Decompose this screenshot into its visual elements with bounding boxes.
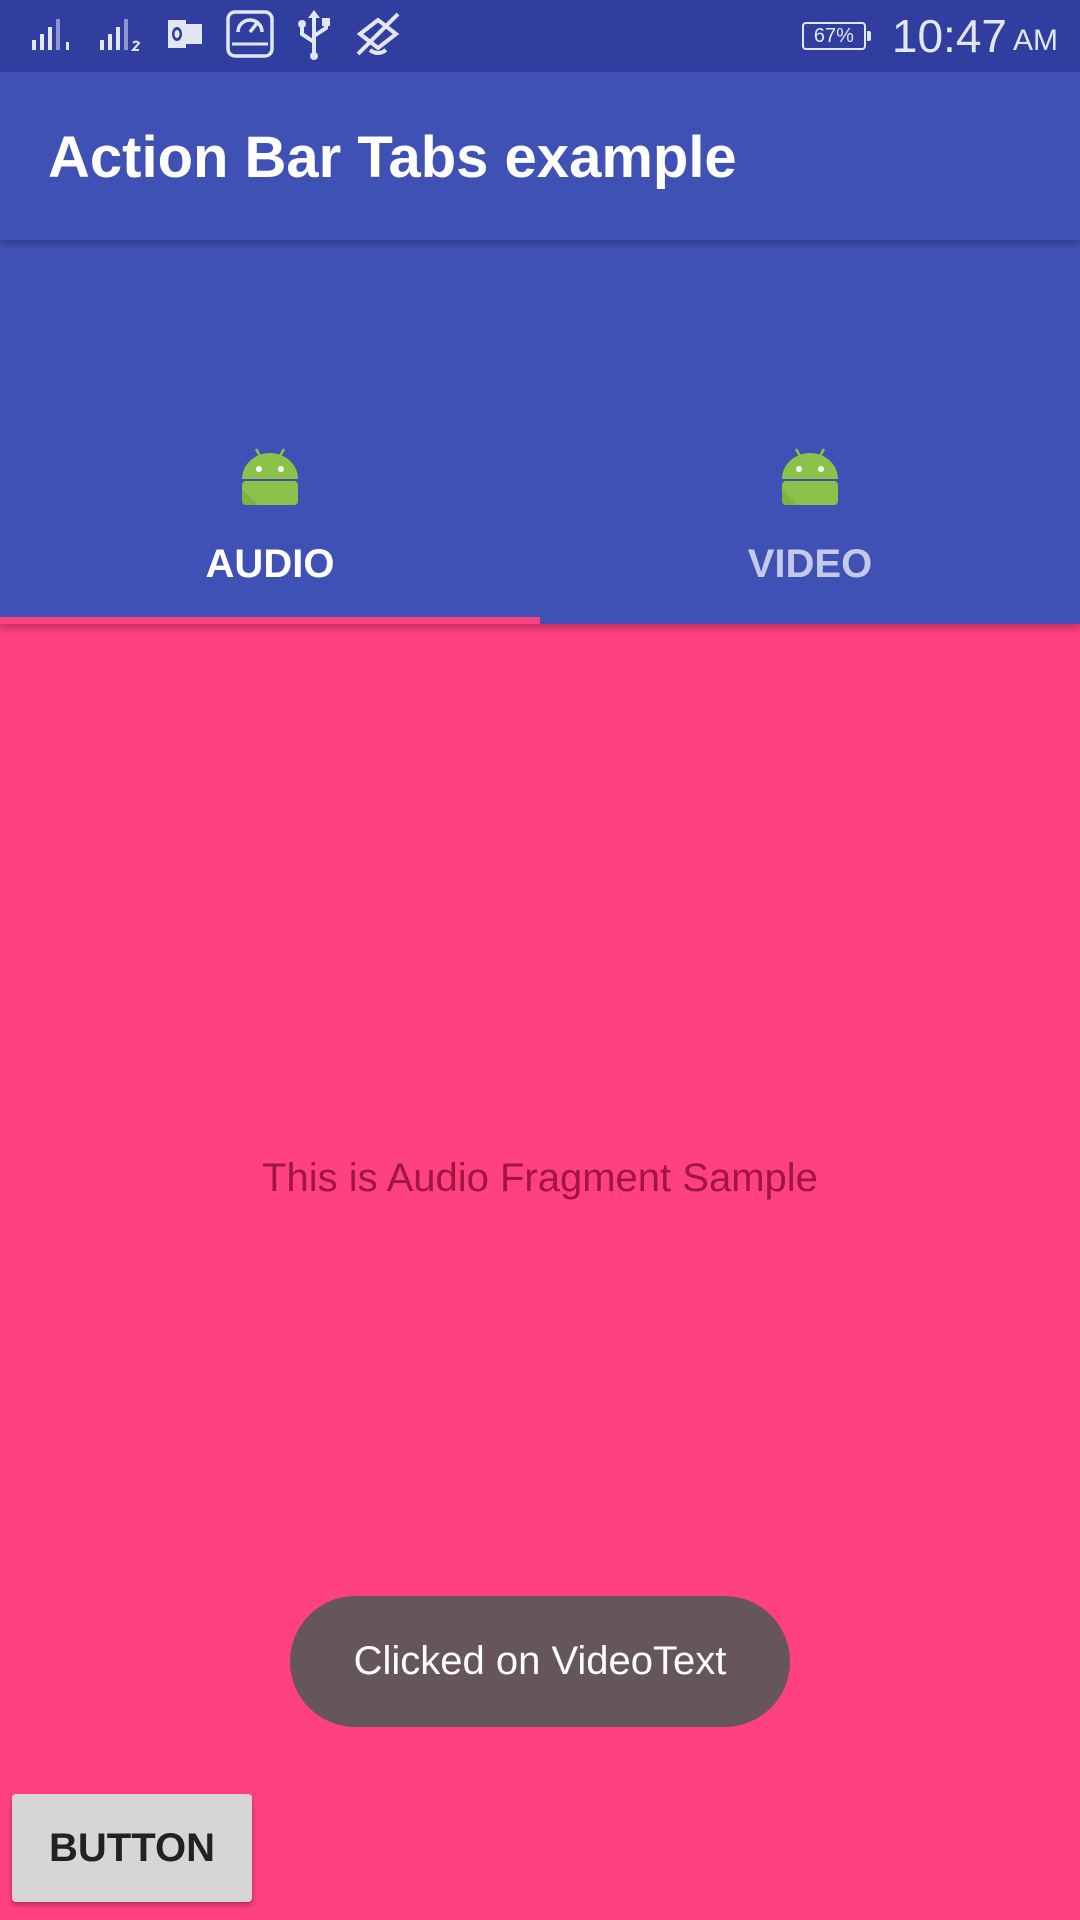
app-title: Action Bar Tabs example [48, 125, 737, 190]
button[interactable]: BUTTON [12, 1794, 252, 1902]
clock-ampm: AM [1013, 24, 1058, 57]
tab-selected-indicator [0, 617, 540, 624]
tab-audio-label: AUDIO [205, 542, 335, 586]
app-bar: Action Bar Tabs example [0, 72, 1080, 240]
clock: 10:47 [891, 10, 1007, 62]
signal-sim2-icon [98, 16, 148, 57]
battery-indicator: 67% [801, 22, 871, 50]
status-right: 67% 10:47 AM [801, 0, 1058, 72]
status-icons [30, 8, 422, 65]
fragment-content: This is Audio Fragment Sample Clicked on… [0, 624, 1080, 1920]
mute-icon [352, 8, 404, 65]
fragment-text: This is Audio Fragment Sample [262, 1156, 818, 1200]
android-icon [242, 448, 298, 505]
toast-text: Clicked on VideoText [353, 1639, 727, 1683]
outlook-icon [166, 16, 206, 57]
toast-message: Clicked on VideoText [290, 1596, 790, 1727]
signal-sim1-icon [30, 16, 80, 57]
tab-video-label: VIDEO [747, 542, 873, 586]
tab-video[interactable]: VIDEO [540, 240, 1080, 624]
battery-level: 67% [813, 24, 854, 47]
tab-bar: AUDIO VIDEO [0, 240, 1080, 624]
status-bar: 67% 10:47 AM [0, 0, 1080, 72]
android-icon [782, 448, 838, 505]
storage-sync-icon [224, 8, 276, 65]
tab-audio[interactable]: AUDIO [0, 240, 540, 624]
usb-icon [294, 8, 334, 65]
